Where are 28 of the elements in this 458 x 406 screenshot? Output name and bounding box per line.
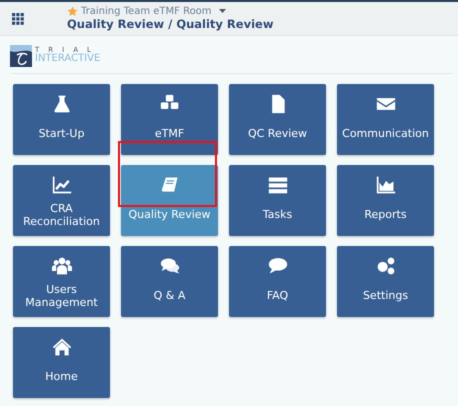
module-tile[interactable]: Communication: [337, 84, 434, 155]
comment-icon: [268, 256, 288, 276]
list-icon: [268, 175, 288, 195]
module-tile[interactable]: FAQ: [229, 246, 326, 317]
module-tile[interactable]: QC Review: [229, 84, 326, 155]
logo-icon: [10, 44, 32, 66]
apps-grid-icon[interactable]: [12, 12, 24, 24]
area-icon: [376, 175, 396, 195]
module-tile[interactable]: Start-Up: [13, 84, 110, 155]
logo-text: INTERACTIVE: [35, 54, 100, 64]
module-tile[interactable]: Q & A: [121, 246, 218, 317]
flask-icon: [52, 94, 72, 114]
module-tile[interactable]: Tasks: [229, 165, 326, 236]
comments-icon: [160, 256, 180, 276]
trend-icon: [52, 175, 72, 195]
page-title: Quality Review / Quality Review: [67, 17, 274, 31]
module-tile[interactable]: Quality Review: [121, 165, 218, 236]
caret-icon[interactable]: [218, 9, 226, 14]
module-tile[interactable]: eTMF: [121, 84, 218, 155]
module-tile[interactable]: Settings: [337, 246, 434, 317]
users-icon: [52, 256, 72, 276]
module-tile[interactable]: Reports: [337, 165, 434, 236]
module-tile[interactable]: Home: [13, 327, 110, 398]
room-name[interactable]: Training Team eTMF Room: [81, 6, 212, 17]
module-tile[interactable]: Users Management: [13, 246, 110, 317]
home-icon: [52, 337, 72, 357]
star-icon[interactable]: [67, 6, 78, 17]
module-tile[interactable]: CRA Reconciliation: [13, 165, 110, 236]
